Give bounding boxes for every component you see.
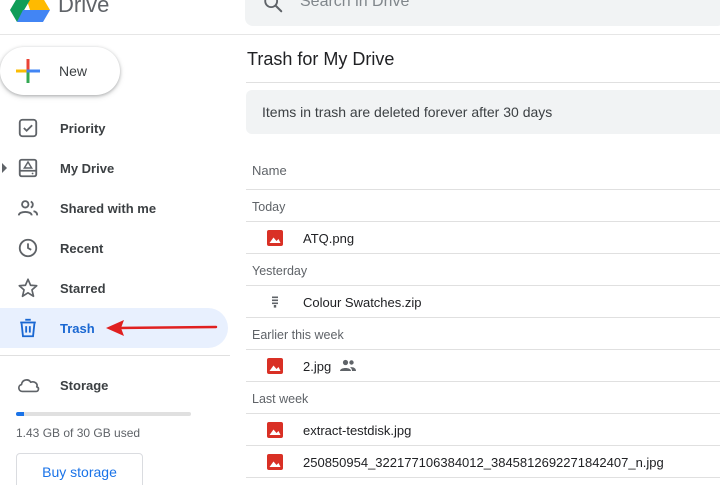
title-divider: [246, 82, 720, 83]
file-name: 2.jpg: [303, 359, 332, 374]
sidebar-item-my-drive[interactable]: My Drive: [0, 148, 228, 188]
file-row[interactable]: 250850954_322177106384012_38458126922718…: [246, 446, 720, 478]
file-name: 250850954_322177106384012_38458126922718…: [303, 455, 664, 470]
priority-check-icon: [18, 118, 38, 138]
name-column-header[interactable]: Name: [246, 150, 720, 190]
sidebar-item-label: Trash: [60, 321, 95, 336]
sidebar-item-storage[interactable]: Storage: [0, 365, 228, 405]
group-header-yesterday: Yesterday: [246, 254, 720, 286]
group-label: Earlier this week: [252, 328, 344, 342]
sidebar-item-label: Shared with me: [60, 201, 157, 216]
sidebar-item-label: My Drive: [60, 161, 115, 176]
storage-label: Storage: [60, 378, 109, 393]
search-input[interactable]: [300, 0, 680, 13]
expand-arrow-icon[interactable]: [2, 163, 7, 173]
google-drive-logo[interactable]: [10, 0, 50, 22]
file-name: extract-testdisk.jpg: [303, 423, 412, 438]
new-button-label: New: [59, 63, 88, 79]
group-label: Yesterday: [252, 264, 308, 278]
image-file-icon: [267, 230, 283, 246]
page-title: Trash for My Drive: [247, 49, 395, 69]
shared-people-icon: [340, 359, 356, 371]
file-name: ATQ.png: [303, 231, 355, 246]
group-label: Last week: [252, 392, 309, 406]
sidebar-item-label: Starred: [60, 281, 106, 296]
sidebar-item-shared-with-me[interactable]: Shared with me: [0, 188, 228, 228]
trash-info-banner: Items in trash are deleted forever after…: [246, 90, 720, 134]
annotation-arrow-icon: [106, 320, 218, 336]
file-row[interactable]: Colour Swatches.zip: [246, 286, 720, 318]
file-row[interactable]: extract-testdisk.jpg: [246, 414, 720, 446]
sidebar-item-label: Recent: [60, 241, 104, 256]
image-file-icon: [267, 422, 283, 438]
sidebar-item-recent[interactable]: Recent: [0, 228, 228, 268]
group-label: Today: [252, 200, 286, 214]
image-file-icon: [267, 358, 283, 374]
multicolor-plus-icon: [16, 59, 40, 83]
banner-text: Items in trash are deleted forever after…: [262, 104, 553, 120]
group-header-today: Today: [246, 190, 720, 222]
storage-used-text: 1.43 GB of 30 GB used: [16, 426, 141, 440]
sidebar-divider: [0, 355, 230, 356]
storage-usage-fill: [16, 412, 25, 416]
buy-storage-button[interactable]: Buy storage: [16, 453, 143, 485]
file-name: Colour Swatches.zip: [303, 295, 422, 310]
trash-icon: [20, 318, 36, 338]
file-row[interactable]: 2.jpg: [246, 350, 720, 382]
column-header-label: Name: [252, 163, 287, 178]
star-icon: [18, 278, 38, 298]
sidebar-item-label: Priority: [60, 121, 106, 136]
clock-icon: [18, 238, 38, 258]
sidebar-item-starred[interactable]: Starred: [0, 268, 228, 308]
zip-file-icon: [272, 296, 278, 308]
app-title[interactable]: Drive: [58, 0, 109, 18]
my-drive-icon: [18, 158, 38, 178]
cloud-icon: [18, 379, 40, 393]
header-divider: [0, 34, 720, 35]
file-row[interactable]: ATQ.png: [246, 222, 720, 254]
new-button[interactable]: New: [0, 47, 120, 95]
group-header-last-week: Last week: [246, 382, 720, 414]
people-icon: [17, 200, 39, 216]
image-file-icon: [267, 454, 283, 470]
sidebar-item-priority[interactable]: Priority: [0, 108, 228, 148]
storage-usage-bar: [16, 412, 191, 416]
search-icon[interactable]: [262, 0, 284, 14]
group-header-earlier-this-week: Earlier this week: [246, 318, 720, 350]
